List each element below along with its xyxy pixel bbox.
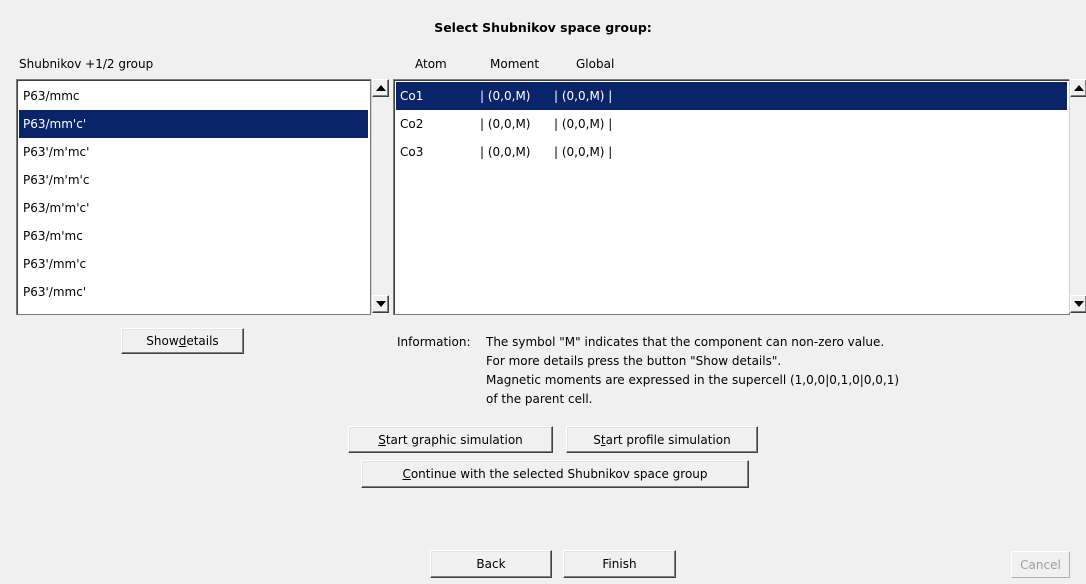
cancel-button[interactable]: Cancel — [1011, 551, 1070, 578]
moment-column-header: Moment — [490, 57, 540, 71]
dialog-title: Select Shubnikov space group: — [434, 20, 652, 35]
button-label: S — [593, 432, 601, 447]
shubnikov-group-list[interactable]: P63/mmc P63/mm'c' P63'/m'mc' P63'/m'm'c … — [16, 79, 371, 315]
back-button[interactable]: Back — [430, 550, 552, 578]
button-label: tart graphic simulation — [385, 432, 523, 447]
scroll-down-arrow-icon[interactable] — [1070, 295, 1086, 313]
right-list-scrollbar[interactable] — [1069, 79, 1086, 313]
start-graphic-simulation-button[interactable]: Start graphic simulation — [348, 426, 553, 453]
atom-row[interactable]: Co3 | (0,0,M) | (0,0,M) | — [396, 138, 1067, 166]
global-column-header: Global — [576, 57, 615, 71]
button-mnemonic: d — [178, 334, 187, 348]
list-item[interactable]: P63'/m'm'c — [19, 166, 368, 194]
list-item[interactable]: P63'/mm'c — [19, 250, 368, 278]
atom-moment: | (0,0,M) — [480, 145, 531, 159]
information-prefix: Information: — [397, 335, 471, 349]
information-line: For more details press the button "Show … — [486, 354, 782, 368]
start-profile-simulation-button[interactable]: St art profile simulation — [566, 426, 758, 453]
atom-moment-list[interactable]: Co1 | (0,0,M) | (0,0,M) | Co2 | (0,0,M) … — [393, 79, 1070, 315]
scroll-up-arrow-icon[interactable] — [372, 79, 389, 97]
left-list-scrollbar[interactable] — [371, 79, 389, 313]
button-label: Show — [146, 334, 179, 348]
atom-name: Co2 — [400, 117, 424, 131]
list-item-selected[interactable]: P63/mm'c' — [19, 110, 368, 138]
atom-row[interactable]: Co2 | (0,0,M) | (0,0,M) | — [396, 110, 1067, 138]
button-label: ontinue with the selected Shubnikov spac… — [410, 467, 708, 481]
atom-global: | (0,0,M) | — [554, 117, 613, 131]
atom-name: Co3 — [400, 145, 424, 159]
scroll-up-arrow-icon[interactable] — [1070, 79, 1086, 97]
list-item[interactable]: P63'/mmc' — [19, 278, 368, 306]
atom-moment: | (0,0,M) — [480, 89, 531, 103]
information-line: Magnetic moments are expressed in the su… — [486, 373, 900, 387]
list-item[interactable]: P63/m'm'c' — [19, 194, 368, 222]
list-item[interactable]: P63'/m'mc' — [19, 138, 368, 166]
button-label: etails — [186, 334, 219, 348]
finish-button[interactable]: Finish — [563, 550, 676, 578]
information-line: The symbol "M" indicates that the compon… — [486, 335, 885, 349]
atom-name: Co1 — [400, 89, 424, 103]
atom-row-selected[interactable]: Co1 | (0,0,M) | (0,0,M) | — [396, 82, 1067, 110]
show-details-button[interactable]: Show d etails — [121, 328, 244, 354]
continue-button[interactable]: Continue with the selected Shubnikov spa… — [361, 460, 749, 488]
information-line: of the parent cell. — [486, 392, 593, 406]
atom-global: | (0,0,M) | — [554, 89, 613, 103]
atom-moment: | (0,0,M) — [480, 117, 531, 131]
shubnikov-group-header: Shubnikov +1/2 group — [19, 57, 154, 71]
button-label: art profile simulation — [605, 432, 731, 447]
atom-global: | (0,0,M) | — [554, 145, 613, 159]
button-mnemonic: C — [402, 467, 411, 481]
atom-column-header: Atom — [415, 57, 447, 71]
button-mnemonic: S — [378, 432, 386, 447]
list-item[interactable]: P63/mmc — [19, 82, 368, 110]
scroll-down-arrow-icon[interactable] — [372, 295, 389, 313]
list-item[interactable]: P63/m'mc — [19, 222, 368, 250]
